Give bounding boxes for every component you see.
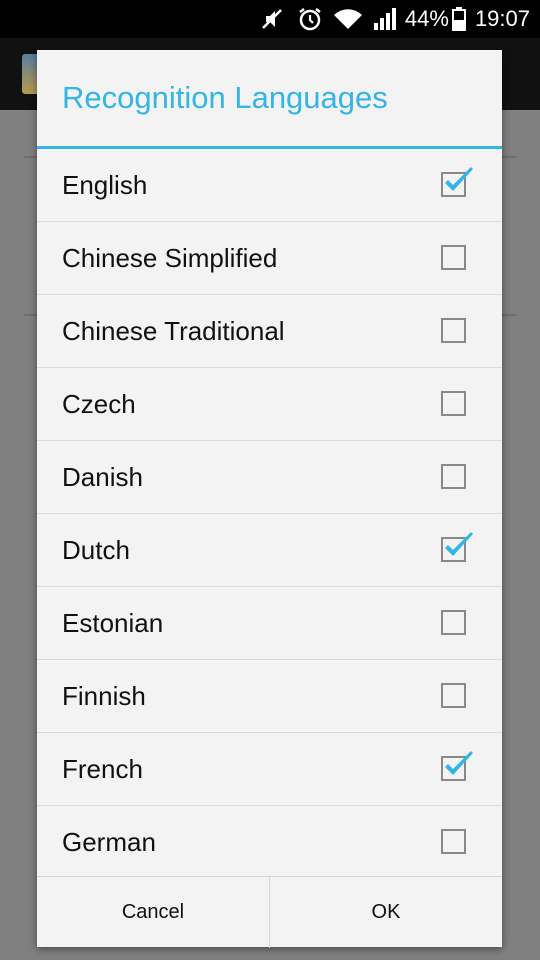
dialog-title: Recognition Languages xyxy=(62,80,388,115)
language-label: English xyxy=(62,169,148,200)
language-checkbox[interactable] xyxy=(441,532,473,562)
language-row[interactable]: Czech xyxy=(37,368,502,441)
alarm-icon xyxy=(295,4,325,34)
wifi-icon xyxy=(333,4,363,34)
language-row[interactable]: German xyxy=(37,806,502,877)
language-label: Dutch xyxy=(62,534,130,565)
language-checkbox[interactable] xyxy=(441,464,466,489)
language-checkbox[interactable] xyxy=(441,245,466,270)
status-bar: 44% 19:07 xyxy=(0,0,540,38)
clock: 19:07 xyxy=(474,6,530,31)
checkmark-icon xyxy=(445,751,473,775)
language-checkbox[interactable] xyxy=(441,318,466,343)
language-label: Chinese Traditional xyxy=(62,315,285,346)
language-row[interactable]: French xyxy=(37,733,502,806)
checkmark-icon xyxy=(445,167,473,191)
cancel-button[interactable]: Cancel xyxy=(37,877,269,947)
language-checkbox[interactable] xyxy=(441,167,473,197)
language-checkbox[interactable] xyxy=(441,610,466,635)
language-label: Czech xyxy=(62,388,136,419)
language-checkbox[interactable] xyxy=(441,751,473,781)
language-checkbox[interactable] xyxy=(441,683,466,708)
checkmark-icon xyxy=(445,532,473,556)
language-row[interactable]: Chinese Simplified xyxy=(37,222,502,295)
language-row[interactable]: Dutch xyxy=(37,514,502,587)
language-checkbox[interactable] xyxy=(441,829,466,854)
battery-percent: 44% xyxy=(404,6,449,31)
language-label: Finnish xyxy=(62,680,146,711)
dialog-button-bar: Cancel OK xyxy=(37,876,502,948)
language-label: Estonian xyxy=(62,607,164,638)
language-list[interactable]: English Chinese Simplified Chinese Traditi… xyxy=(37,149,502,877)
recognition-languages-dialog: Recognition Languages English Chinese Sim… xyxy=(37,50,502,948)
language-label: Danish xyxy=(62,461,143,492)
language-label: Chinese Simplified xyxy=(62,242,278,273)
language-row[interactable]: Chinese Traditional xyxy=(37,295,502,368)
language-label: French xyxy=(62,753,143,784)
language-checkbox[interactable] xyxy=(441,391,466,416)
battery-icon xyxy=(451,4,467,34)
language-row[interactable]: Finnish xyxy=(37,660,502,733)
language-row[interactable]: English xyxy=(37,149,502,222)
language-label: German xyxy=(62,827,156,857)
language-row[interactable]: Danish xyxy=(37,441,502,514)
signal-icon xyxy=(371,4,401,34)
ok-button[interactable]: OK xyxy=(270,877,502,947)
language-row[interactable]: Estonian xyxy=(37,587,502,660)
mute-icon xyxy=(257,4,287,34)
